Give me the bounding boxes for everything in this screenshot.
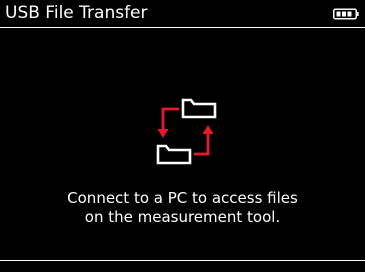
title-bar: USB File Transfer: [0, 0, 365, 27]
folder-icon-bottom: [156, 144, 192, 165]
title-divider: [0, 27, 365, 28]
arrow-down-icon: [161, 107, 179, 131]
arrow-up-icon: [194, 132, 210, 156]
instruction-message: Connect to a PC to access files on the m…: [0, 189, 365, 227]
message-line-2: on the measurement tool.: [84, 208, 281, 226]
message-line-1: Connect to a PC to access files: [67, 189, 298, 207]
screen-title: USB File Transfer: [5, 3, 148, 23]
file-transfer-icon: [156, 98, 217, 165]
softkey-bar: [0, 261, 365, 272]
battery-full-icon: [333, 8, 359, 20]
folder-icon-top: [181, 98, 217, 119]
